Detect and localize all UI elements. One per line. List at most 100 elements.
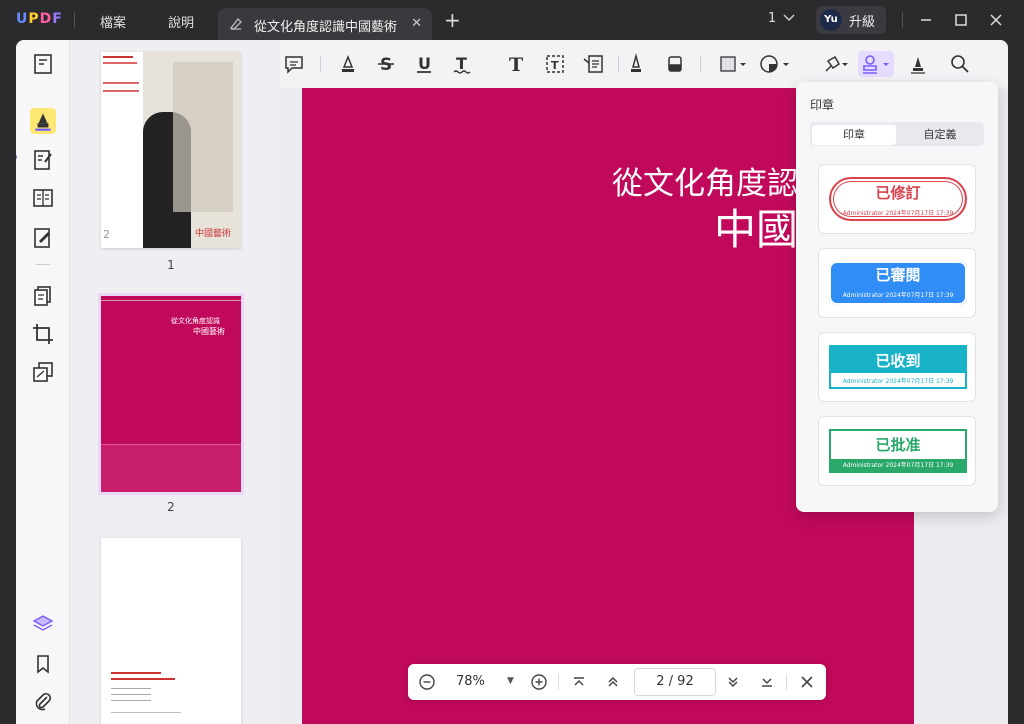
layers-icon[interactable] [31, 612, 55, 636]
chevron-down-icon[interactable] [782, 10, 796, 24]
pin-icon[interactable] [820, 53, 850, 75]
updf-logo: UPDF [16, 11, 63, 27]
underline-icon[interactable]: U [413, 53, 435, 75]
stamp-received-graphic: 已收到 Administrator 2024年07月17日 17:39 [829, 345, 967, 389]
bookmark-icon[interactable] [31, 652, 55, 676]
menu-help[interactable]: 說明 [168, 12, 194, 31]
strikethrough-icon[interactable]: S [375, 53, 397, 75]
reader-icon[interactable] [31, 52, 55, 76]
shape-rectangle-icon[interactable] [718, 53, 748, 75]
highlight-icon[interactable] [337, 53, 359, 75]
text-callout-icon[interactable] [582, 53, 604, 75]
page-tools-icon[interactable] [31, 360, 55, 384]
next-page-icon[interactable] [724, 673, 742, 691]
stamp-revised-graphic: 已修訂 Administrator 2024年07月17日 17:39 [829, 177, 967, 221]
thumb2-title-2: 中國藝術 [193, 327, 225, 336]
highlighter-icon [35, 113, 51, 131]
zoom-out-icon[interactable] [418, 673, 436, 691]
divider [320, 56, 321, 72]
stamp-revised-sub: Administrator 2024年07月17日 17:39 [842, 210, 954, 217]
squiggly-icon[interactable]: T [451, 53, 473, 75]
page-thumbnail-2[interactable]: 從文化角度認識 中國藝術 [98, 293, 244, 495]
divider [786, 674, 787, 690]
page-title-line-2: 中國 [714, 205, 799, 254]
minimize-icon[interactable] [916, 10, 936, 30]
divider [74, 12, 75, 28]
thumb-line [111, 678, 175, 680]
tab-custom[interactable]: 自定義 [898, 125, 982, 145]
stamp-tool-button[interactable] [858, 51, 894, 77]
close-nav-bar-icon[interactable] [798, 673, 816, 691]
thumb-line [111, 688, 151, 689]
last-page-icon[interactable] [758, 673, 776, 691]
title-bar: UPDF 檔案 說明 從文化角度認識中國藝術 ✕ + 1 Yu 升級 [0, 0, 1024, 40]
previous-page-icon[interactable] [604, 673, 622, 691]
stamp-received-sub: Administrator 2024年07月17日 17:39 [842, 378, 954, 385]
fill-sign-icon[interactable] [31, 226, 55, 250]
thumb-footer-band [101, 444, 241, 492]
thumb-line [103, 82, 139, 84]
stamp-reviewed-sub: Administrator 2024年07月17日 17:39 [842, 292, 954, 299]
document-tab-icon [229, 18, 242, 30]
divider [618, 56, 619, 72]
stamp-revised[interactable]: 已修訂 Administrator 2024年07月17日 17:39 [818, 164, 976, 234]
thumb-line [111, 694, 151, 695]
user-upgrade-button[interactable]: Yu 升級 [816, 6, 886, 34]
crop-icon[interactable] [31, 322, 55, 346]
svg-text:U: U [418, 54, 431, 73]
document-tab[interactable]: 從文化角度認識中國藝術 ✕ [218, 8, 432, 40]
eraser-icon[interactable] [664, 53, 686, 75]
shape-circle-icon[interactable] [758, 53, 792, 75]
thumb-line [111, 672, 161, 674]
text-box-icon[interactable]: T [544, 53, 566, 75]
avatar: Yu [820, 9, 842, 31]
new-tab-button[interactable]: + [444, 8, 461, 32]
svg-text:T: T [456, 54, 467, 73]
thumb-line [103, 62, 137, 64]
page-view-icon[interactable] [31, 186, 55, 210]
divider [558, 674, 559, 690]
stamp-approved-label: 已批准 [875, 436, 921, 454]
svg-text:S: S [380, 55, 392, 75]
thumbnail-panel: 2 中國藝術 1 從文化角度認識 中國藝術 2 [70, 40, 280, 724]
edit-pdf-icon[interactable] [31, 148, 55, 172]
menu-file[interactable]: 檔案 [100, 12, 126, 31]
stamp-reviewed[interactable]: 已審閱 Administrator 2024年07月17日 17:39 [818, 248, 976, 318]
page-thumbnail-3[interactable] [101, 538, 241, 724]
tab-stamps[interactable]: 印章 [812, 125, 896, 145]
search-icon[interactable] [949, 53, 971, 75]
first-page-icon[interactable] [570, 673, 588, 691]
stamp-approved-sub: Administrator 2024年07月17日 17:39 [842, 462, 954, 469]
page-number-input[interactable]: 2 / 92 [634, 668, 716, 696]
divider [36, 264, 50, 265]
stamp-reviewed-graphic: 已審閱 Administrator 2024年07月17日 17:39 [829, 261, 967, 305]
close-window-icon[interactable] [986, 10, 1006, 30]
stamp-panel: 印章 印章 自定義 已修訂 Administrator 2024年07月17日 … [796, 82, 998, 512]
text-icon[interactable]: T [506, 53, 528, 75]
thumb-artwork: 中國藝術 [143, 52, 241, 248]
close-tab-icon[interactable]: ✕ [411, 16, 422, 31]
divider [902, 12, 903, 28]
sticky-note-icon[interactable] [283, 53, 305, 75]
signature-icon[interactable] [907, 53, 929, 75]
stamp-reviewed-label: 已審閱 [875, 266, 921, 284]
maximize-icon[interactable] [951, 10, 971, 30]
thumbnail-label-2: 2 [167, 500, 175, 514]
svg-text:T: T [509, 54, 523, 75]
thumb-line [103, 90, 139, 92]
zoom-level[interactable]: 78% [456, 674, 485, 689]
page-thumbnail-1[interactable]: 2 中國藝術 [101, 52, 241, 248]
comment-tool-button[interactable] [30, 108, 56, 134]
thumb-line [103, 56, 133, 58]
stamp-received[interactable]: 已收到 Administrator 2024年07月17日 17:39 [818, 332, 976, 402]
stamp-approved[interactable]: 已批准 Administrator 2024年07月17日 17:39 [818, 416, 976, 486]
thumbnail-label-1: 1 [167, 258, 175, 272]
zoom-in-icon[interactable] [530, 673, 548, 691]
organize-pages-icon[interactable] [31, 284, 55, 308]
attachment-icon[interactable] [31, 690, 55, 714]
stamp-tabs: 印章 自定義 [810, 122, 984, 146]
divider [700, 56, 701, 72]
thumb2-title-1: 從文化角度認識 [171, 317, 220, 325]
pencil-icon[interactable] [625, 53, 647, 75]
zoom-dropdown-icon[interactable]: ▼ [507, 676, 514, 686]
